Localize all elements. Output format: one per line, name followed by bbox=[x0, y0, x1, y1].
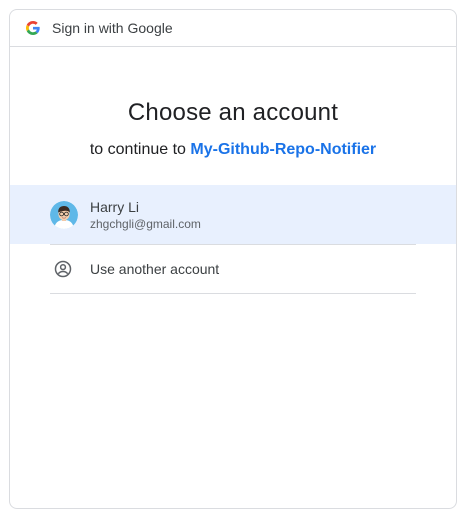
app-name-link[interactable]: My-Github-Repo-Notifier bbox=[190, 141, 376, 158]
use-another-account-button[interactable]: Use another account bbox=[10, 245, 456, 293]
google-g-icon bbox=[26, 21, 40, 35]
page-title: Choose an account bbox=[127, 99, 339, 126]
account-name: Harry Li bbox=[90, 198, 140, 215]
person-circle-icon bbox=[54, 260, 72, 278]
account-item-harry-li[interactable]: Harry Li zhgchgli@gmail.com bbox=[10, 185, 456, 244]
account-list: Harry Li zhgchgli@gmail.com Use another … bbox=[10, 185, 456, 294]
sign-in-dialog: Sign in with Google Choose an account to… bbox=[9, 9, 457, 509]
page-subtitle: to continue to My-Github-Repo-Notifier bbox=[10, 141, 456, 159]
use-another-account-label: Use another account bbox=[90, 261, 220, 277]
account-email: zhgchgli@gmail.com bbox=[90, 216, 201, 231]
divider bbox=[50, 293, 416, 294]
header-title: Sign in with Google bbox=[52, 20, 173, 36]
account-details: Harry Li zhgchgli@gmail.com bbox=[90, 198, 201, 232]
subtitle-prefix: to continue to bbox=[89, 141, 186, 158]
avatar-icon bbox=[50, 200, 78, 229]
dialog-header: Sign in with Google bbox=[10, 10, 456, 47]
